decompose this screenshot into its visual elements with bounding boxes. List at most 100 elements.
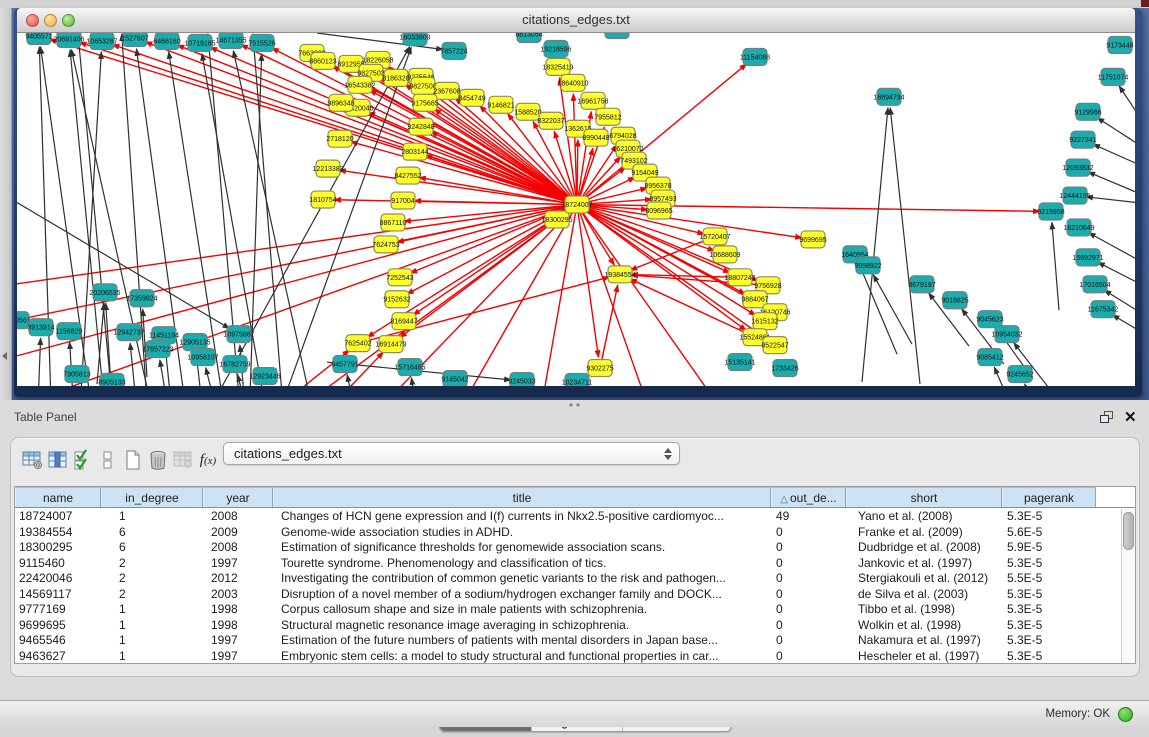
table-cell[interactable]: 5.3E-5: [1002, 509, 1096, 525]
edge[interactable]: [1119, 86, 1135, 113]
table-cell[interactable]: 5.3E-5: [1002, 602, 1096, 618]
vertical-scrollbar[interactable]: [1121, 509, 1135, 663]
table-cell[interactable]: 2008: [203, 509, 273, 525]
table-cell[interactable]: 0: [771, 525, 846, 541]
table-row[interactable]: 977716911998Corpus callosum shape and si…: [15, 602, 1121, 618]
table-row[interactable]: 2242004622012Investigating the contribut…: [15, 571, 1121, 587]
new-document-icon[interactable]: [121, 447, 145, 473]
table-row[interactable]: 1872400712008Changes of HCN gene express…: [15, 509, 1121, 525]
edge[interactable]: [1086, 197, 1135, 203]
table-cell[interactable]: Embryonic stem cells: a model to study s…: [273, 649, 771, 664]
table-cell[interactable]: 5.6E-5: [1002, 525, 1096, 541]
function-builder-icon[interactable]: f(x): [196, 447, 220, 473]
table-cell[interactable]: 1998: [203, 602, 273, 618]
table-cell[interactable]: 5.3E-5: [1002, 618, 1096, 634]
table-cell[interactable]: 1: [101, 509, 203, 525]
edge[interactable]: [1025, 384, 1047, 386]
table-cell[interactable]: 19384554: [15, 525, 101, 541]
table-cell[interactable]: Franke et al. (2009): [846, 525, 1002, 541]
table-cell[interactable]: 5.3E-5: [1002, 556, 1096, 572]
table-cell[interactable]: Tibbo et al. (1998): [846, 602, 1002, 618]
close-panel-icon[interactable]: ✕: [1124, 408, 1137, 426]
table-cell[interactable]: 18300295: [15, 540, 101, 556]
column-header-title[interactable]: title: [273, 487, 771, 507]
table-cell[interactable]: 2009: [203, 525, 273, 541]
table-cell[interactable]: 2: [101, 587, 203, 603]
edge[interactable]: [78, 34, 115, 386]
table-cell[interactable]: Disruption of a novel member of a sodium…: [273, 587, 771, 603]
table-cell[interactable]: 9465546: [15, 633, 101, 649]
selected-edge[interactable]: [577, 205, 802, 238]
table-cell[interactable]: 0: [771, 540, 846, 556]
edge[interactable]: [412, 378, 419, 386]
table-cell[interactable]: 9699695: [15, 618, 101, 634]
panel-collapse-arrow-icon[interactable]: [2, 352, 7, 360]
select-all-icon[interactable]: [71, 447, 95, 473]
table-cell[interactable]: 5.3E-5: [1002, 633, 1096, 649]
table-row[interactable]: 946362711997Embryonic stem cells: a mode…: [15, 649, 1121, 664]
table-row[interactable]: 1938455462009Genome-wide association stu…: [15, 525, 1121, 541]
edge[interactable]: [1052, 222, 1059, 310]
column-icon[interactable]: [46, 447, 70, 473]
table-cell[interactable]: 2: [101, 571, 203, 587]
edge[interactable]: [17, 203, 230, 329]
table-cell[interactable]: 1: [101, 602, 203, 618]
selected-edge[interactable]: [600, 285, 618, 368]
table-cell[interactable]: 2: [101, 556, 203, 572]
column-header-name[interactable]: name: [15, 487, 101, 507]
table-cell[interactable]: Dudbridge et al. (2008): [846, 540, 1002, 556]
table-cell[interactable]: 0: [771, 556, 846, 572]
selected-edge[interactable]: [452, 205, 577, 386]
table-cell[interactable]: Stergiakouli et al. (2012): [846, 571, 1002, 587]
table-cell[interactable]: 1: [101, 633, 203, 649]
table-cell[interactable]: 9777169: [15, 602, 101, 618]
edge[interactable]: [859, 264, 897, 354]
table-cell[interactable]: Structural magnetic resonance image aver…: [273, 618, 771, 634]
column-header-in-degree[interactable]: in_degree: [101, 487, 203, 507]
selected-edge[interactable]: [539, 205, 577, 386]
column-header-short[interactable]: short: [846, 487, 1002, 507]
column-header-pagerank[interactable]: pagerank: [1002, 487, 1096, 507]
scrollbar-thumb[interactable]: [1123, 512, 1134, 550]
table-cell[interactable]: Hescheler et al. (1997): [846, 649, 1002, 664]
delete-icon[interactable]: [146, 447, 170, 473]
float-panel-icon[interactable]: [1100, 411, 1114, 424]
edge[interactable]: [160, 360, 172, 386]
memory-ok-indicator[interactable]: [1118, 707, 1133, 722]
selected-edge[interactable]: [358, 277, 609, 343]
column-header-out-de-[interactable]: △out_de...: [771, 487, 846, 507]
edge[interactable]: [862, 108, 888, 382]
table-cell[interactable]: Jankovic et al. (1997): [846, 556, 1002, 572]
table-settings-icon[interactable]: [21, 447, 45, 473]
selected-edge[interactable]: [577, 140, 578, 205]
table-cell[interactable]: 6: [101, 540, 203, 556]
table-row[interactable]: 946554611997Estimation of the future num…: [15, 633, 1121, 649]
table-cell[interactable]: 5.5E-5: [1002, 571, 1096, 587]
table-cell[interactable]: 2012: [203, 571, 273, 587]
table-cell[interactable]: 9115460: [15, 556, 101, 572]
network-canvas[interactable]: 9405571206914061065328715276076466160107…: [17, 33, 1135, 386]
table-row[interactable]: 1456911722003Disruption of a novel membe…: [15, 587, 1121, 603]
table-row[interactable]: 911546021997Tourette syndrome. Phenomeno…: [15, 556, 1121, 572]
table-cell[interactable]: Tourette syndrome. Phenomenology and cla…: [273, 556, 771, 572]
table-cell[interactable]: 14569117: [15, 587, 101, 603]
table-cell[interactable]: Corpus callosum shape and size in male p…: [273, 602, 771, 618]
table-cell[interactable]: 1998: [203, 618, 273, 634]
unselect-all-icon[interactable]: [96, 447, 120, 473]
selected-edge[interactable]: [630, 279, 755, 337]
edge[interactable]: [1088, 172, 1135, 193]
table-cell[interactable]: 5.9E-5: [1002, 540, 1096, 556]
table-cell[interactable]: 1: [101, 649, 203, 664]
table-cell[interactable]: Estimation of significance thresholds fo…: [273, 540, 771, 556]
table-row[interactable]: 969969511998Structural magnetic resonanc…: [15, 618, 1121, 634]
table-cell[interactable]: 0: [771, 618, 846, 634]
table-cell[interactable]: 6: [101, 525, 203, 541]
table-cell[interactable]: 49: [771, 509, 846, 525]
table-cell[interactable]: Yano et al. (2008): [846, 509, 1002, 525]
table-cell[interactable]: Investigating the contribution of common…: [273, 571, 771, 587]
table-cell[interactable]: 2008: [203, 540, 273, 556]
delete-table-icon[interactable]: [171, 447, 195, 473]
splitter-handle[interactable]: [568, 403, 582, 407]
table-cell[interactable]: 1: [101, 618, 203, 634]
table-cell[interactable]: 1997: [203, 633, 273, 649]
